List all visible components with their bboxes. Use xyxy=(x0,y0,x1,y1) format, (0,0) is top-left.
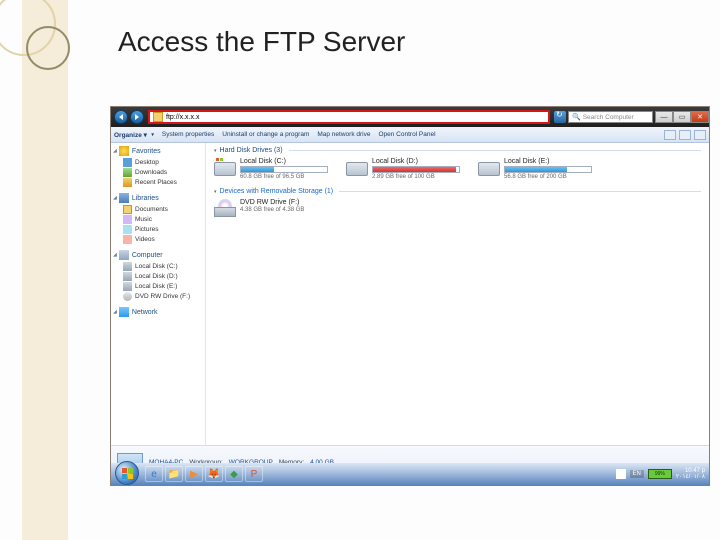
nav-disk-c[interactable]: Local Disk (C:) xyxy=(123,262,203,271)
drive-item[interactable]: Local Disk (C:) 60.8 GB free of 96.5 GB xyxy=(214,158,334,180)
back-button[interactable] xyxy=(114,110,128,124)
explorer-window: ftp://x.x.x.x 🔍 Search Computer ― ▭ ✕ Or… xyxy=(110,106,710,486)
tray-flag-icon[interactable] xyxy=(616,469,626,479)
group-hdd[interactable]: Hard Disk Drives (3) xyxy=(214,147,701,154)
view-button[interactable] xyxy=(664,130,676,140)
preview-pane-button[interactable] xyxy=(679,130,691,140)
drive-usage-bar xyxy=(504,166,592,173)
taskbar-app-green[interactable]: ◆ xyxy=(225,466,243,482)
battery-indicator[interactable]: 99% xyxy=(648,469,672,479)
drive-icon xyxy=(346,158,368,176)
maximize-button[interactable]: ▭ xyxy=(673,111,691,123)
drive-free-text: 60.8 GB free of 96.5 GB xyxy=(240,174,328,180)
group-removable[interactable]: Devices with Removable Storage (1) xyxy=(214,188,701,195)
music-icon xyxy=(123,215,132,224)
windows-logo-icon xyxy=(122,468,134,480)
toolbar-uninstall[interactable]: Uninstall or change a program xyxy=(222,131,309,138)
nav-recent[interactable]: Recent Places xyxy=(123,178,203,187)
search-placeholder: Search Computer xyxy=(583,114,634,121)
slide-decor xyxy=(0,0,100,540)
language-indicator[interactable]: EN xyxy=(630,470,644,478)
nav-libraries[interactable]: Libraries xyxy=(113,193,203,203)
toolbar-system-properties[interactable]: System properties xyxy=(162,131,214,138)
nav-disk-d[interactable]: Local Disk (D:) xyxy=(123,272,203,281)
toolbar-map-drive[interactable]: Map network drive xyxy=(317,131,370,138)
drive-icon xyxy=(214,158,236,176)
address-text: ftp://x.x.x.x xyxy=(166,114,199,121)
pictures-icon xyxy=(123,225,132,234)
command-toolbar: Organize ▾ System properties Uninstall o… xyxy=(111,127,709,143)
nav-downloads[interactable]: Downloads xyxy=(123,168,203,177)
drive-item[interactable]: DVD RW Drive (F:) 4.38 GB free of 4.38 G… xyxy=(214,199,334,217)
videos-icon xyxy=(123,235,132,244)
drive-usage-bar xyxy=(240,166,328,173)
drive-name: DVD RW Drive (F:) xyxy=(240,199,304,206)
forward-button[interactable] xyxy=(130,110,144,124)
nav-computer[interactable]: Computer xyxy=(113,250,203,260)
documents-icon xyxy=(123,205,132,214)
drive-name: Local Disk (D:) xyxy=(372,158,460,165)
taskbar-firefox[interactable]: 🦊 xyxy=(205,466,223,482)
nav-documents[interactable]: Documents xyxy=(123,205,203,214)
desktop-icon xyxy=(123,158,132,167)
disk-icon xyxy=(123,282,132,291)
taskbar-explorer[interactable]: 📁 xyxy=(165,466,183,482)
nav-videos[interactable]: Videos xyxy=(123,235,203,244)
folder-icon xyxy=(153,112,163,122)
refresh-button[interactable] xyxy=(554,111,566,123)
network-icon xyxy=(119,307,129,317)
search-input[interactable]: 🔍 Search Computer xyxy=(568,111,653,123)
drive-usage-bar xyxy=(372,166,460,173)
nav-pictures[interactable]: Pictures xyxy=(123,225,203,234)
address-bar[interactable]: ftp://x.x.x.x xyxy=(148,110,550,124)
libraries-icon xyxy=(119,193,129,203)
nav-favorites[interactable]: Favorites xyxy=(113,146,203,156)
taskbar-powerpoint[interactable]: P xyxy=(245,466,263,482)
drive-free-text: 2.89 GB free of 100 GB xyxy=(372,174,460,180)
nav-music[interactable]: Music xyxy=(123,215,203,224)
drive-free-text: 56.8 GB free of 200 GB xyxy=(504,174,592,180)
system-tray: EN 99% 10:47 p ٢٠١٤/٠١/٠٨ xyxy=(616,468,705,480)
drive-icon xyxy=(478,158,500,176)
start-button[interactable] xyxy=(115,461,139,485)
nav-dvd[interactable]: DVD RW Drive (F:) xyxy=(123,292,203,301)
nav-desktop[interactable]: Desktop xyxy=(123,158,203,167)
drive-item[interactable]: Local Disk (D:) 2.89 GB free of 100 GB xyxy=(346,158,466,180)
drive-name: Local Disk (C:) xyxy=(240,158,328,165)
drive-item[interactable]: Local Disk (E:) 56.8 GB free of 200 GB xyxy=(478,158,598,180)
tray-clock[interactable]: 10:47 p ٢٠١٤/٠١/٠٨ xyxy=(676,468,705,480)
disk-icon xyxy=(123,272,132,281)
help-button[interactable] xyxy=(694,130,706,140)
navigation-pane: Favorites Desktop Downloads Recent Place… xyxy=(111,143,206,445)
content-pane: Hard Disk Drives (3) Local Disk (C:) 60.… xyxy=(206,143,709,445)
disk-icon xyxy=(123,262,132,271)
taskbar: e 📁 ▶ 🦊 ◆ P EN 99% 10:47 p ٢٠١٤/٠١/٠٨ xyxy=(111,463,709,485)
nav-disk-e[interactable]: Local Disk (E:) xyxy=(123,282,203,291)
drive-free-text: 4.38 GB free of 4.38 GB xyxy=(240,207,304,213)
dvd-drive-icon xyxy=(214,199,236,217)
toolbar-organize[interactable]: Organize ▾ xyxy=(114,131,154,139)
slide-title: Access the FTP Server xyxy=(118,26,405,58)
taskbar-wmp[interactable]: ▶ xyxy=(185,466,203,482)
titlebar: ftp://x.x.x.x 🔍 Search Computer ― ▭ ✕ xyxy=(111,107,709,127)
computer-icon xyxy=(119,250,129,260)
minimize-button[interactable]: ― xyxy=(655,111,673,123)
taskbar-ie[interactable]: e xyxy=(145,466,163,482)
recent-icon xyxy=(123,178,132,187)
nav-network[interactable]: Network xyxy=(113,307,203,317)
close-button[interactable]: ✕ xyxy=(691,111,709,123)
toolbar-control-panel[interactable]: Open Control Panel xyxy=(378,131,435,138)
downloads-icon xyxy=(123,168,132,177)
favorites-icon xyxy=(119,146,129,156)
dvd-icon xyxy=(123,292,132,301)
search-icon: 🔍 xyxy=(572,113,581,121)
drive-name: Local Disk (E:) xyxy=(504,158,592,165)
